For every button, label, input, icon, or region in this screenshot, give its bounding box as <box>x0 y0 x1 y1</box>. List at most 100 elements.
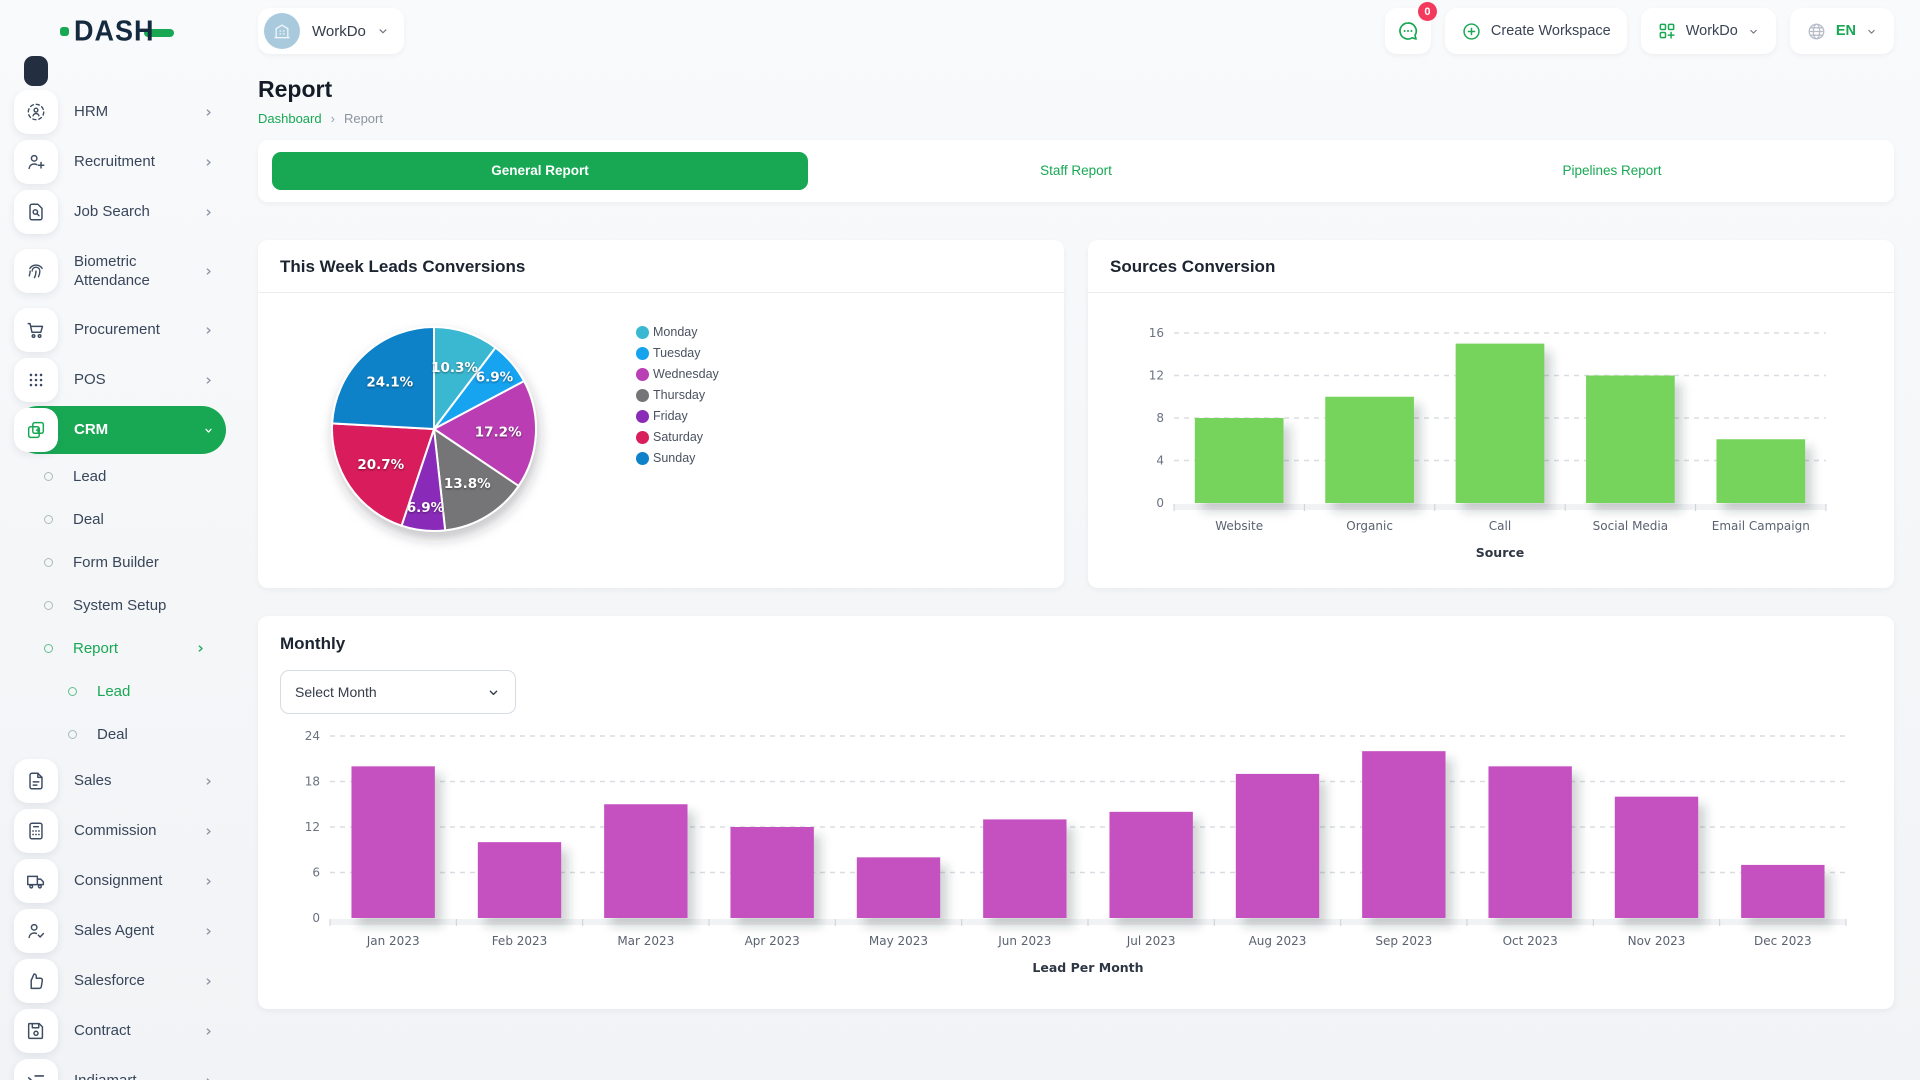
chevron-down-icon <box>1865 25 1878 38</box>
tab-pipelines-report[interactable]: Pipelines Report <box>1344 152 1880 190</box>
tab-general-report[interactable]: General Report <box>272 152 808 190</box>
bullet-icon <box>44 558 53 567</box>
bullet-icon <box>68 687 77 696</box>
plus-circle-icon <box>1461 21 1482 42</box>
chevron-right-icon <box>201 774 216 789</box>
sidebar-item-system-setup[interactable]: System Setup <box>14 585 226 625</box>
sidebar-item-procurement[interactable]: Procurement <box>14 306 226 354</box>
pos-icon <box>14 358 58 402</box>
language-selector[interactable]: EN <box>1790 8 1894 54</box>
svg-text:Feb 2023: Feb 2023 <box>492 934 548 948</box>
consignment-icon <box>14 859 58 903</box>
svg-text:12: 12 <box>305 820 320 834</box>
salesforce-icon <box>14 959 58 1003</box>
monthly-heading: Monthly <box>280 634 345 653</box>
breadcrumb-current: Report <box>344 111 383 126</box>
svg-text:Oct 2023: Oct 2023 <box>1503 934 1558 948</box>
sales-icon <box>14 759 58 803</box>
svg-text:Jan 2023: Jan 2023 <box>366 934 420 948</box>
legend-label: Saturday <box>653 430 703 444</box>
tab-staff-report[interactable]: Staff Report <box>808 152 1344 190</box>
main-content: WorkDo 0 Cre <box>236 0 1920 1080</box>
svg-text:Social Media: Social Media <box>1593 519 1668 533</box>
sidebar-item-sales[interactable]: Sales <box>14 757 226 805</box>
svg-text:0: 0 <box>1156 496 1164 510</box>
svg-text:6.9%: 6.9% <box>476 369 514 385</box>
svg-text:Lead Per Month: Lead Per Month <box>1032 960 1143 975</box>
legend-item-saturday[interactable]: Saturday <box>636 430 719 444</box>
sidebar-item-report[interactable]: Report <box>14 628 226 668</box>
breadcrumb-dashboard-link[interactable]: Dashboard <box>258 111 322 126</box>
sidebar-item-salesforce[interactable]: Salesforce <box>14 957 226 1005</box>
chevron-right-icon <box>201 924 216 939</box>
legend-item-monday[interactable]: Monday <box>636 325 719 339</box>
page-title: Report <box>258 76 1894 103</box>
sidebar-item-recruitment[interactable]: Recruitment <box>14 138 226 186</box>
workspace-switcher[interactable]: WorkDo <box>258 8 404 54</box>
messages-button[interactable]: 0 <box>1385 8 1431 54</box>
sidebar-item-crm[interactable]: CRM <box>14 406 226 454</box>
sidebar-item-biometric-attendance[interactable]: Biometric Attendance <box>14 238 226 304</box>
leads-pie-chart: 10.3%6.9%17.2%13.8%6.9%20.7%24.1% <box>294 303 594 555</box>
logo[interactable]: DASH <box>14 0 226 62</box>
report-tabbar: General Report Staff Report Pipelines Re… <box>258 140 1894 202</box>
sidebar-item-label: Consignment <box>74 871 182 891</box>
job-search-icon <box>14 190 58 234</box>
create-workspace-button[interactable]: Create Workspace <box>1445 8 1627 54</box>
chevron-right-icon <box>201 974 216 989</box>
month-select[interactable]: Select Month <box>280 670 516 714</box>
charts-row: This Week Leads Conversions 10.3%6.9%17.… <box>258 240 1894 588</box>
sidebar-item-contract[interactable]: Contract <box>14 1007 226 1055</box>
svg-text:17.2%: 17.2% <box>475 424 522 440</box>
topbar-actions: 0 Create Workspace <box>1385 8 1894 54</box>
legend-dot-icon <box>636 431 649 444</box>
legend-item-tuesday[interactable]: Tuesday <box>636 346 719 360</box>
sidebar-item-hrm[interactable]: HRM <box>14 88 226 136</box>
sources-conversion-card: Sources Conversion 0481216WebsiteOrganic… <box>1088 240 1894 588</box>
sidebar-item-pos[interactable]: POS <box>14 356 226 404</box>
sidebar-item-sales-agent[interactable]: Sales Agent <box>14 907 226 955</box>
sidebar-scroll-thumb[interactable] <box>24 56 48 86</box>
chevron-right-icon <box>201 874 216 889</box>
sidebar-item-job-search[interactable]: Job Search <box>14 188 226 236</box>
bullet-icon <box>44 515 53 524</box>
sidebar-item-deal[interactable]: Deal <box>14 714 226 754</box>
crm-icon <box>14 408 58 452</box>
legend-label: Wednesday <box>653 367 719 381</box>
svg-text:10.3%: 10.3% <box>431 360 478 376</box>
hrm-icon <box>14 90 58 134</box>
sidebar-item-lead[interactable]: Lead <box>14 456 226 496</box>
legend-item-friday[interactable]: Friday <box>636 409 719 423</box>
sidebar-item-deal[interactable]: Deal <box>14 499 226 539</box>
monthly-bar-chart: 06121824Jan 2023Feb 2023Mar 2023Apr 2023… <box>280 722 1856 1000</box>
sidebar-item-label: Procurement <box>74 320 182 340</box>
sidebar-item-indiamart[interactable]: Indiamart <box>14 1057 226 1080</box>
sidebar-item-consignment[interactable]: Consignment <box>14 857 226 905</box>
chevron-down-icon <box>201 423 216 438</box>
chevron-right-icon <box>201 205 216 220</box>
svg-text:Organic: Organic <box>1346 519 1393 533</box>
sidebar-item-label: POS <box>74 370 182 390</box>
breadcrumb-separator: › <box>331 111 335 126</box>
leads-conversions-card: This Week Leads Conversions 10.3%6.9%17.… <box>258 240 1064 588</box>
sidebar-subitem-label: Deal <box>97 726 128 743</box>
legend-dot-icon <box>636 410 649 423</box>
legend-item-sunday[interactable]: Sunday <box>636 451 719 465</box>
sidebar-item-form-builder[interactable]: Form Builder <box>14 542 226 582</box>
svg-text:24.1%: 24.1% <box>366 374 413 390</box>
svg-text:Jun 2023: Jun 2023 <box>997 934 1051 948</box>
chevron-right-icon <box>201 824 216 839</box>
svg-text:18: 18 <box>305 775 320 789</box>
sidebar-item-lead[interactable]: Lead <box>14 671 226 711</box>
bullet-icon <box>44 644 53 653</box>
sidebar-item-label: Indiamart <box>74 1071 182 1080</box>
legend-item-thursday[interactable]: Thursday <box>636 388 719 402</box>
sidebar-item-commission[interactable]: Commission <box>14 807 226 855</box>
chevron-right-icon <box>201 323 216 338</box>
sidebar-subitem-label: System Setup <box>73 597 166 614</box>
legend-item-wednesday[interactable]: Wednesday <box>636 367 719 381</box>
sidebar-nav: HRMRecruitmentJob SearchBiometric Attend… <box>14 62 226 1080</box>
svg-text:6: 6 <box>312 866 320 880</box>
svg-text:Jul 2023: Jul 2023 <box>1126 934 1176 948</box>
app-menu-button[interactable]: WorkDo <box>1641 8 1776 54</box>
